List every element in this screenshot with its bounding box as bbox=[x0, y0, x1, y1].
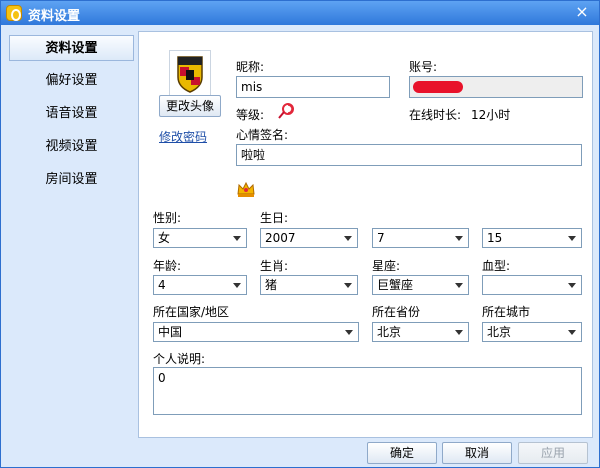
dropdown-arrow-icon bbox=[455, 236, 463, 241]
change-avatar-button[interactable]: 更改头像 bbox=[159, 95, 221, 117]
zodiac-value: 猪 bbox=[265, 278, 278, 292]
level-label: 等级: bbox=[236, 108, 265, 122]
province-label: 所在省份 bbox=[372, 305, 421, 319]
account-redaction bbox=[413, 81, 463, 93]
birth-day-select[interactable]: 15 bbox=[482, 228, 582, 248]
birthday-label: 生日: bbox=[260, 211, 289, 225]
nickname-label: 昵称: bbox=[236, 60, 265, 74]
online-time-label: 在线时长: bbox=[409, 108, 462, 122]
dropdown-arrow-icon bbox=[345, 330, 353, 335]
province-select[interactable]: 北京 bbox=[372, 322, 469, 342]
dropdown-arrow-icon bbox=[344, 236, 352, 241]
gender-select[interactable]: 女 bbox=[153, 228, 247, 248]
sidebar: 资料设置 偏好设置 语音设置 视频设置 房间设置 bbox=[4, 31, 137, 439]
dropdown-arrow-icon bbox=[233, 236, 241, 241]
account-label: 账号: bbox=[409, 60, 438, 74]
constellation-select[interactable]: 巨蟹座 bbox=[372, 275, 469, 295]
gender-label: 性别: bbox=[153, 211, 182, 225]
province-value: 北京 bbox=[377, 325, 402, 339]
dropdown-arrow-icon bbox=[568, 283, 576, 288]
sidebar-item-voice[interactable]: 语音设置 bbox=[9, 101, 134, 127]
age-label: 年龄: bbox=[153, 259, 182, 273]
constellation-label: 星座: bbox=[372, 259, 401, 273]
profile-panel: 更改头像 修改密码 昵称: mis 账号: 等级: 在线时长: 12小时 心情签… bbox=[138, 31, 593, 438]
dropdown-arrow-icon bbox=[568, 236, 576, 241]
dropdown-arrow-icon bbox=[455, 283, 463, 288]
apply-button[interactable]: 应用 bbox=[518, 442, 588, 464]
dropdown-arrow-icon bbox=[568, 330, 576, 335]
zodiac-select[interactable]: 猪 bbox=[260, 275, 358, 295]
country-label: 所在国家/地区 bbox=[153, 305, 230, 319]
signature-label: 心情签名: bbox=[236, 128, 289, 142]
dropdown-arrow-icon bbox=[344, 283, 352, 288]
sidebar-item-preferences[interactable]: 偏好设置 bbox=[9, 68, 134, 94]
settings-window: 资料设置 × 资料设置 偏好设置 语音设置 视频设置 房间设置 更改头像 修改密… bbox=[0, 0, 600, 468]
city-value: 北京 bbox=[487, 325, 512, 339]
age-select[interactable]: 4 bbox=[153, 275, 247, 295]
age-value: 4 bbox=[158, 278, 166, 292]
window-title: 资料设置 bbox=[28, 9, 81, 24]
birth-month-value: 7 bbox=[377, 231, 385, 245]
gender-value: 女 bbox=[158, 231, 171, 245]
intro-label: 个人说明: bbox=[153, 352, 206, 366]
change-password-link[interactable]: 修改密码 bbox=[159, 128, 207, 145]
constellation-value: 巨蟹座 bbox=[377, 278, 414, 292]
cancel-button[interactable]: 取消 bbox=[442, 442, 512, 464]
city-label: 所在城市 bbox=[482, 305, 531, 319]
birth-year-select[interactable]: 2007 bbox=[260, 228, 358, 248]
country-value: 中国 bbox=[158, 325, 183, 339]
avatar-crest-icon bbox=[177, 56, 203, 93]
city-select[interactable]: 北京 bbox=[482, 322, 582, 342]
sidebar-item-room[interactable]: 房间设置 bbox=[9, 167, 134, 193]
title-bar: 资料设置 × bbox=[1, 1, 599, 25]
nickname-input[interactable]: mis bbox=[236, 76, 390, 98]
avatar bbox=[169, 50, 211, 96]
intro-textarea[interactable]: 0 bbox=[153, 367, 582, 415]
online-time-value: 12小时 bbox=[471, 108, 511, 122]
country-select[interactable]: 中国 bbox=[153, 322, 359, 342]
blood-type-label: 血型: bbox=[482, 259, 511, 273]
dropdown-arrow-icon bbox=[233, 283, 241, 288]
sidebar-item-video[interactable]: 视频设置 bbox=[9, 134, 134, 160]
blood-type-select[interactable] bbox=[482, 275, 582, 295]
sidebar-item-profile[interactable]: 资料设置 bbox=[9, 35, 134, 61]
signature-input[interactable]: 啦啦 bbox=[236, 144, 582, 166]
birth-year-value: 2007 bbox=[265, 231, 296, 245]
birth-day-value: 15 bbox=[487, 231, 503, 245]
birth-month-select[interactable]: 7 bbox=[372, 228, 469, 248]
app-logo-icon bbox=[6, 5, 22, 21]
account-field bbox=[409, 76, 583, 98]
dropdown-arrow-icon bbox=[455, 330, 463, 335]
crown-icon bbox=[236, 180, 256, 198]
zodiac-label: 生肖: bbox=[260, 259, 289, 273]
ok-button[interactable]: 确定 bbox=[367, 442, 437, 464]
level-lollipop-icon bbox=[277, 102, 295, 120]
close-button[interactable]: × bbox=[573, 2, 591, 22]
